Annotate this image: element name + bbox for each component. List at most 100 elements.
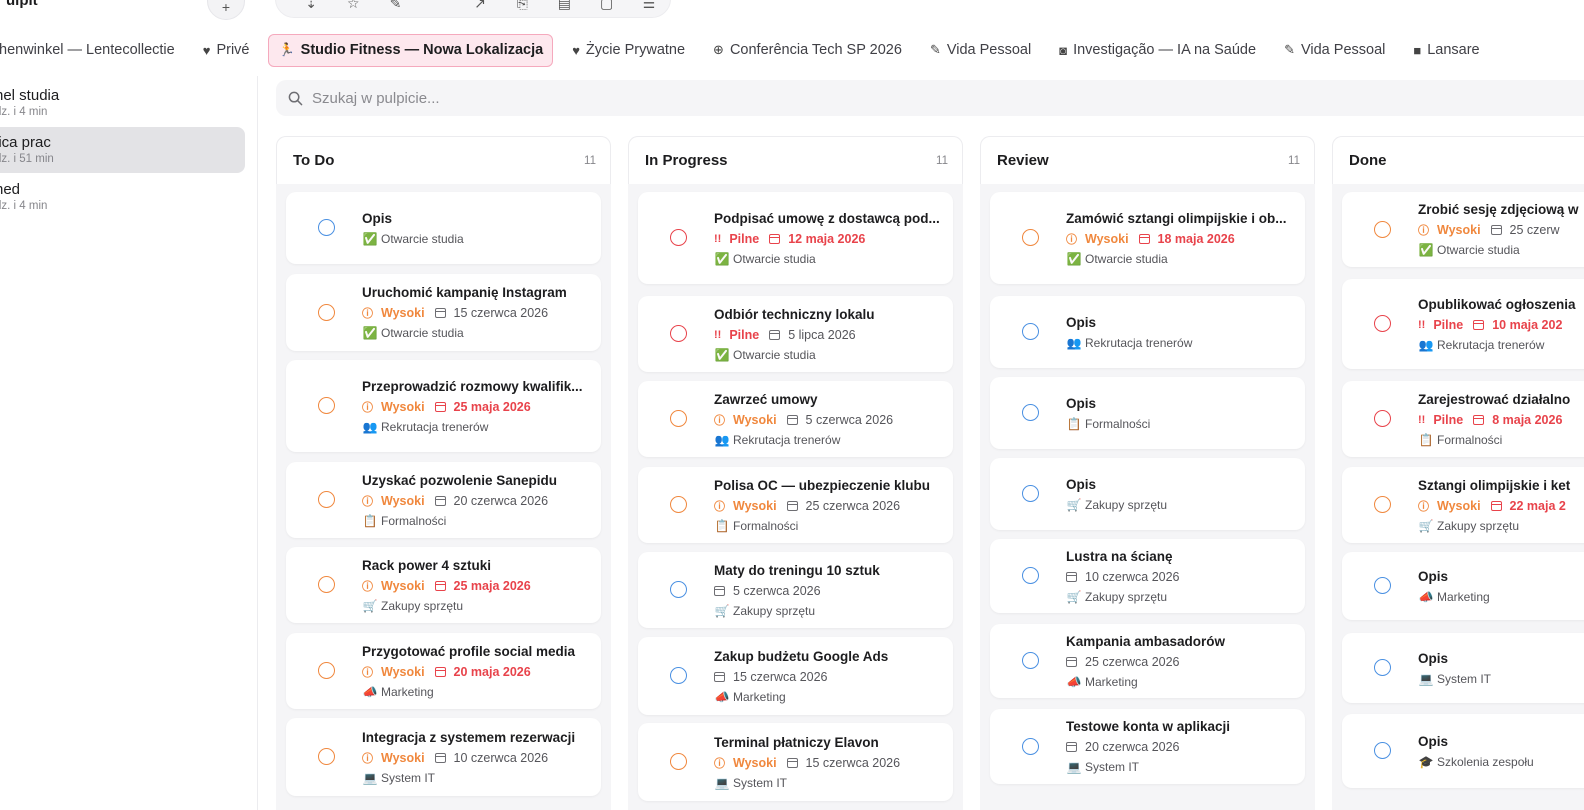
task-card[interactable]: Maty do treningu 10 sztuk 5 czerwca 2026 🛒… — [638, 552, 953, 628]
status-checkbox[interactable] — [1374, 221, 1391, 238]
task-card[interactable]: Opis 📣 Marketing — [1342, 552, 1584, 620]
tab-2[interactable]: 🏃 Studio Fitness — Nowa Lokalizacja — [268, 33, 554, 67]
tag-icon: 📋 — [714, 519, 730, 533]
task-card[interactable]: Opublikować ogłoszenia!! Pilne 10 maja 202… — [1342, 279, 1584, 369]
task-card[interactable]: Odbiór techniczny lokalu!! Pilne 5 lipca 2… — [638, 296, 953, 372]
task-card[interactable]: Przeprowadzić rozmowy kwalifik... ⓘ Wysoki… — [286, 360, 601, 452]
status-checkbox[interactable] — [1374, 659, 1391, 676]
status-checkbox[interactable] — [1022, 229, 1039, 246]
search-input[interactable] — [312, 89, 912, 107]
task-card[interactable]: Sztangi olimpijskie i ket ⓘ Wysoki 22 maja … — [1342, 467, 1584, 543]
sidebar-item-subtitle: dz. i 4 min — [0, 106, 48, 118]
task-card[interactable]: Opis 💻 System IT — [1342, 633, 1584, 703]
status-checkbox[interactable] — [318, 219, 335, 236]
task-card[interactable]: Uruchomić kampanię Instagram ⓘ Wysoki 15 cz… — [286, 274, 601, 351]
status-checkbox[interactable] — [1022, 323, 1039, 340]
task-card[interactable]: Opis 🛒 Zakupy sprzętu — [990, 458, 1305, 530]
add-button[interactable]: + — [207, 0, 245, 20]
status-checkbox[interactable] — [318, 397, 335, 414]
task-card[interactable]: Testowe konta w aplikacji 20 czerwca 2026… — [990, 709, 1305, 784]
status-checkbox[interactable] — [1022, 404, 1039, 421]
globe-icon: ⊕ — [713, 42, 724, 57]
task-card[interactable]: Polisa OC — ubezpieczenie klubu ⓘ Wysoki 25… — [638, 467, 953, 543]
status-checkbox[interactable] — [670, 229, 687, 246]
status-checkbox[interactable] — [1022, 485, 1039, 502]
status-checkbox[interactable] — [670, 667, 687, 684]
sidebar-item-work-board[interactable]: lica prac dz. i 51 min — [0, 127, 245, 173]
due-date: 25 maja 2026 — [453, 400, 531, 414]
task-card[interactable]: Podpisać umowę z dostawcą pod...!! Pilne 1… — [638, 192, 953, 284]
status-checkbox[interactable] — [1374, 410, 1391, 427]
status-checkbox[interactable] — [1022, 652, 1039, 669]
status-checkbox[interactable] — [1374, 315, 1391, 332]
task-card[interactable]: Zrobić sesję zdjęciową w ⓘ Wysoki 25 czerw ✅… — [1342, 192, 1584, 267]
status-checkbox[interactable] — [670, 496, 687, 513]
task-card[interactable]: Terminal płatniczy Elavon ⓘ Wysoki 15 czerw… — [638, 723, 953, 801]
task-card[interactable]: Opis 👥 Rekrutacja trenerów — [990, 296, 1305, 368]
task-card[interactable]: Opis ✅ Otwarcie studia — [286, 192, 601, 264]
card-meta: ⓘ Wysoki 10 czerwca 2026 — [362, 750, 594, 766]
status-checkbox[interactable] — [670, 410, 687, 427]
card-meta: !! Pilne 8 maja 2026 — [1418, 412, 1584, 428]
priority-badge: !! Pilne — [1418, 413, 1463, 427]
status-checkbox[interactable] — [318, 748, 335, 765]
arrow-icon[interactable]: ↗ — [459, 0, 501, 12]
status-checkbox[interactable] — [1374, 742, 1391, 759]
column-count: 11 — [584, 154, 596, 167]
trash-icon[interactable]: ▤ — [543, 0, 585, 12]
status-checkbox[interactable] — [670, 325, 687, 342]
card-body: Opis 📋 Formalności — [1066, 395, 1298, 432]
status-checkbox[interactable] — [1022, 567, 1039, 584]
task-card[interactable]: Zarejestrować działalno!! Pilne 8 maja 202… — [1342, 381, 1584, 457]
tag-label: Otwarcie studia — [733, 252, 816, 266]
sliders-icon[interactable]: ⚌ — [628, 0, 670, 12]
task-card[interactable]: Opis 🎓 Szkolenia zespołu — [1342, 714, 1584, 788]
link-icon[interactable]: ⇣ — [290, 0, 332, 12]
task-card[interactable]: Uzyskać pozwolenie Sanepidu ⓘ Wysoki 20 cze… — [286, 462, 601, 538]
due-date: 8 maja 2026 — [1492, 413, 1563, 427]
status-checkbox[interactable] — [1022, 738, 1039, 755]
tab-7[interactable]: ✎ Vida Pessoal — [1275, 34, 1394, 67]
tab-8[interactable]: ■ Lansare — [1404, 34, 1488, 67]
star-icon[interactable]: ☆ — [332, 0, 374, 12]
tab-3[interactable]: ♥ Życie Prywatne — [563, 34, 694, 67]
tools-icon[interactable]: ✎ — [374, 0, 416, 12]
calendar-icon — [714, 586, 725, 596]
status-checkbox[interactable] — [670, 581, 687, 598]
status-checkbox[interactable] — [1374, 496, 1391, 513]
tab-5[interactable]: ✎ Vida Pessoal — [921, 34, 1040, 67]
task-card[interactable]: Zamówić sztangi olimpijskie i ob... ⓘ Wyso… — [990, 192, 1305, 284]
task-card[interactable]: Integracja z systemem rezerwacji ⓘ Wysoki 1… — [286, 718, 601, 796]
card-title: Zakup budżetu Google Ads — [714, 649, 889, 664]
card-meta: 25 czerwca 2026 — [1066, 654, 1298, 670]
sidebar-item-studio-panel[interactable]: nel studia dz. i 4 min — [0, 80, 245, 126]
status-checkbox[interactable] — [1374, 577, 1391, 594]
status-checkbox[interactable] — [318, 576, 335, 593]
task-card[interactable]: Kampania ambasadorów 25 czerwca 2026 📣 Mark… — [990, 624, 1305, 698]
due-date: 10 czerwca 2026 — [1085, 570, 1180, 584]
column-title: To Do — [293, 152, 335, 169]
status-checkbox[interactable] — [318, 491, 335, 508]
task-card[interactable]: Przygotować profile social media ⓘ Wysoki 2… — [286, 633, 601, 709]
status-checkbox[interactable] — [318, 304, 335, 321]
export-icon[interactable]: ⎘ — [501, 0, 543, 12]
due-date: 20 maja 2026 — [453, 665, 531, 679]
status-checkbox[interactable] — [670, 753, 687, 770]
tag-label: System IT — [381, 771, 436, 785]
tag-icon: ✅ — [1418, 243, 1434, 257]
project-tag: ✅ Otwarcie studia — [1066, 251, 1298, 267]
task-card[interactable]: Zawrzeć umowy ⓘ Wysoki 5 czerwca 2026 👥 Rekru… — [638, 381, 953, 457]
task-card[interactable]: Opis 📋 Formalności — [990, 377, 1305, 449]
task-card[interactable]: Lustra na ścianę 10 czerwca 2026 🛒 Zakupy s… — [990, 539, 1305, 613]
tab-1[interactable]: ♥ Privé — [194, 34, 259, 67]
status-checkbox[interactable] — [318, 662, 335, 679]
tag-icon: 👥 — [714, 433, 730, 447]
task-card[interactable]: Zakup budżetu Google Ads 15 czerwca 2026 📣… — [638, 637, 953, 715]
due-date: 10 czerwca 2026 — [453, 751, 549, 765]
task-card[interactable]: Rack power 4 sztuki ⓘ Wysoki 25 maja 2026 🛒 Z… — [286, 547, 601, 623]
window-icon[interactable]: ▢ — [586, 0, 628, 12]
tab-4[interactable]: ⊕ Conferência Tech SP 2026 — [704, 34, 911, 67]
sidebar-item-third[interactable]: ned dz. i 4 min — [0, 174, 245, 220]
tab-6[interactable]: ◙ Investigação — IA na Saúde — [1050, 34, 1265, 67]
tab-0[interactable]: henwinkel — Lentecollectie — [0, 34, 184, 67]
